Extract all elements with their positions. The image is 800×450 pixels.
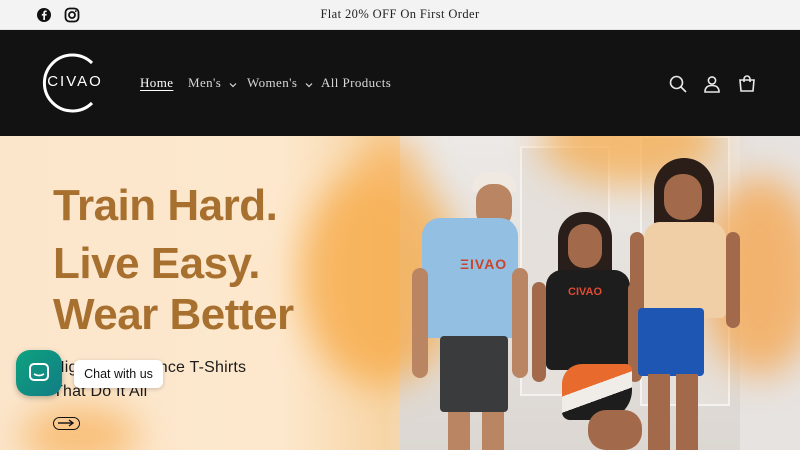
hero-headline-line3: Wear Better bbox=[53, 290, 294, 339]
arrow-right-icon bbox=[58, 419, 75, 427]
account-icon[interactable] bbox=[702, 74, 722, 94]
chat-label[interactable]: Chat with us bbox=[74, 360, 163, 388]
search-icon[interactable] bbox=[668, 74, 688, 94]
chevron-down-icon bbox=[305, 82, 313, 87]
hero-headline-line1: Train Hard. bbox=[53, 181, 278, 230]
nav-home[interactable]: Home bbox=[140, 75, 173, 91]
model-woman-standing bbox=[628, 158, 748, 450]
hero-banner[interactable]: ΞIVAO CIVAO Train Hard. Live Easy. Wear … bbox=[0, 136, 800, 450]
nav-womens[interactable]: Women's bbox=[247, 75, 313, 91]
hero-paint-splash bbox=[20, 406, 140, 450]
hero-cta-arrow-button[interactable] bbox=[53, 417, 80, 430]
logo-text: CIVAO bbox=[47, 73, 103, 90]
announcement-text: Flat 20% OFF On First Order bbox=[320, 7, 480, 21]
nav-mens-label: Men's bbox=[188, 75, 222, 90]
nav-all-products[interactable]: All Products bbox=[321, 75, 391, 91]
hero-paint-splash bbox=[360, 136, 420, 196]
model-man: ΞIVAO bbox=[412, 172, 532, 450]
nav-womens-label: Women's bbox=[247, 75, 298, 90]
nav-home-label: Home bbox=[140, 75, 174, 90]
announcement-bar: Flat 20% OFF On First Order bbox=[0, 0, 800, 30]
site-header: CIVAO Home Men's Women's All Products bbox=[0, 30, 800, 136]
chat-icon bbox=[29, 363, 49, 381]
hero-headline-line2: Live Easy. bbox=[53, 239, 261, 288]
cart-icon[interactable] bbox=[737, 74, 757, 94]
nav-mens[interactable]: Men's bbox=[188, 75, 237, 91]
chevron-down-icon bbox=[229, 82, 237, 87]
chat-launcher-button[interactable] bbox=[16, 350, 62, 396]
nav-all-products-label: All Products bbox=[321, 75, 392, 90]
brand-logo[interactable]: CIVAO bbox=[42, 51, 108, 115]
